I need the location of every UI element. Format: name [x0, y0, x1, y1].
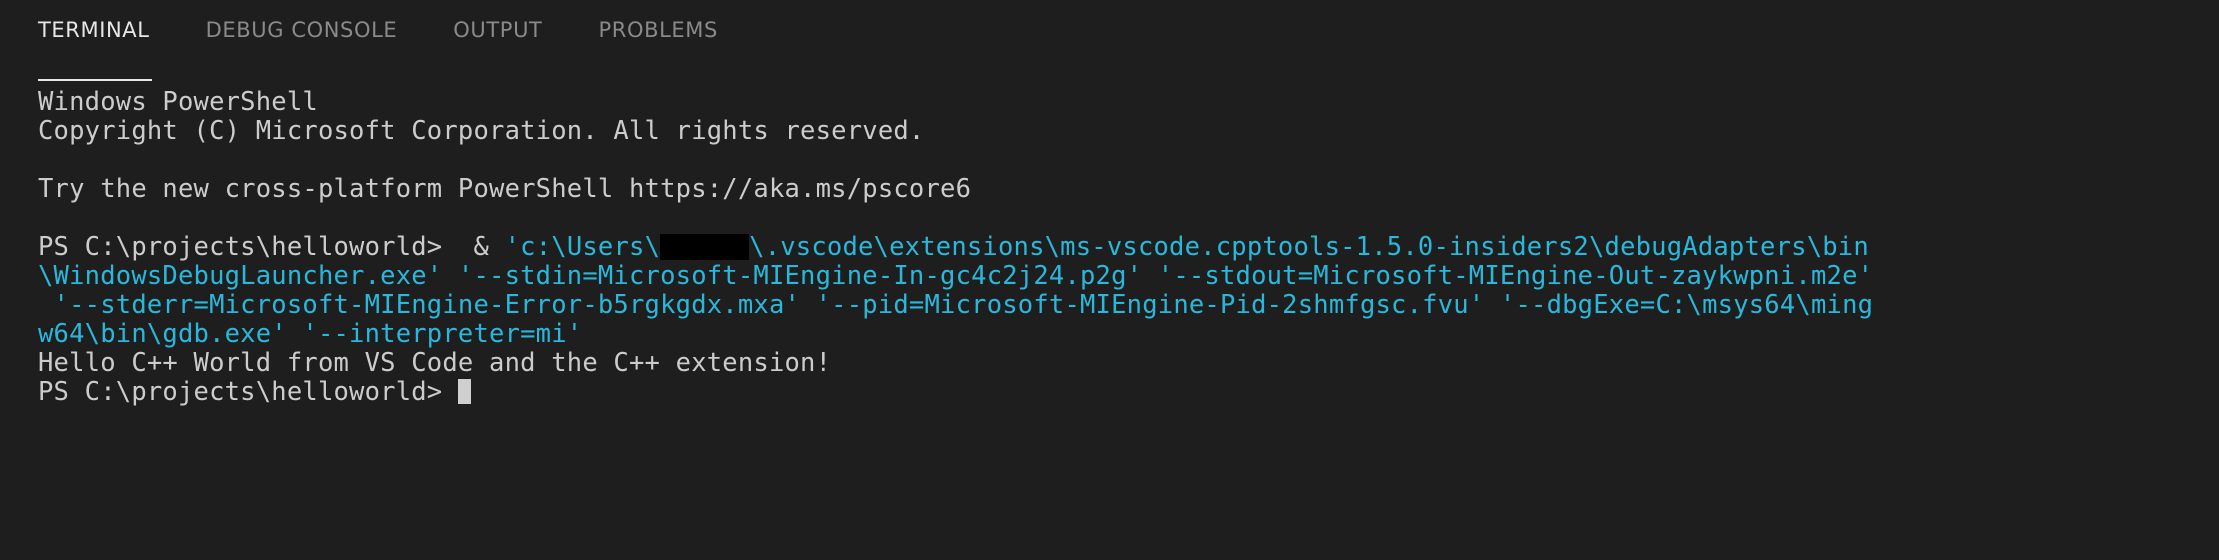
tab-terminal-label: TERMINAL [38, 18, 150, 42]
terminal-line-copyright: Copyright (C) Microsoft Corporation. All… [38, 116, 925, 146]
terminal-line-blank-1 [38, 146, 2219, 175]
tab-debug-console-label: DEBUG CONSOLE [205, 18, 398, 42]
terminal-line-pscore-notice: Try the new cross-platform PowerShell ht… [38, 174, 972, 204]
terminal-line-command-3: '--stderr=Microsoft-MIEngine-Error-b5rgk… [38, 291, 2219, 320]
command-wrap-4: w64\bin\gdb.exe' '--interpreter=mi' [38, 319, 583, 349]
tab-debug-console[interactable]: DEBUG CONSOLE [206, 18, 398, 44]
command-wrap-2: \WindowsDebugLauncher.exe' '--stdin=Micr… [38, 261, 1874, 291]
tab-problems[interactable]: PROBLEMS [598, 18, 717, 44]
terminal-line-final-prompt: PS C:\projects\helloworld> [38, 378, 2219, 407]
command-path-prefix: 'c:\Users\ [504, 232, 661, 262]
terminal-line-program-output: Hello C++ World from VS Code and the C++… [38, 348, 832, 378]
shell-prompt-final: PS C:\projects\helloworld> [38, 377, 458, 407]
terminal-line-command-2: \WindowsDebugLauncher.exe' '--stdin=Micr… [38, 262, 2219, 291]
active-tab-underline [38, 79, 152, 81]
command-wrap-3: '--stderr=Microsoft-MIEngine-Error-b5rgk… [38, 290, 1874, 320]
terminal-line-command-1: PS C:\projects\helloworld> & 'c:\Users\ \… [38, 233, 2219, 262]
command-path-suffix: \.vscode\extensions\ms-vscode.cpptools-1… [749, 232, 1869, 262]
call-operator: & [473, 232, 490, 262]
terminal-output-area[interactable]: Windows PowerShell Copyright (C) Microso… [0, 88, 2219, 560]
terminal-line-command-4: w64\bin\gdb.exe' '--interpreter=mi' [38, 320, 2219, 349]
terminal-panel: TERMINAL DEBUG CONSOLE OUTPUT PROBLEMS W… [0, 0, 2219, 560]
command-spacer [442, 232, 473, 262]
tab-output[interactable]: OUTPUT [453, 18, 542, 44]
redacted-username-box [660, 234, 750, 260]
terminal-line-blank-2 [38, 204, 2219, 233]
terminal-line-shell-title: Windows PowerShell [38, 87, 318, 117]
tab-output-label: OUTPUT [453, 18, 543, 42]
command-spacer-2 [489, 232, 505, 262]
tab-terminal[interactable]: TERMINAL [38, 18, 150, 44]
terminal-cursor[interactable] [457, 379, 471, 404]
tab-problems-label: PROBLEMS [598, 18, 718, 42]
shell-prompt: PS C:\projects\helloworld> [38, 232, 443, 262]
panel-tab-bar: TERMINAL DEBUG CONSOLE OUTPUT PROBLEMS [0, 0, 2219, 81]
